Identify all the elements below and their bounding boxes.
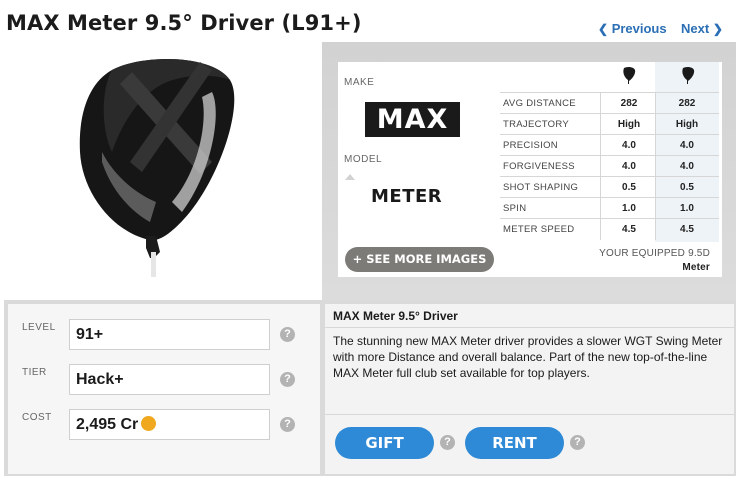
equipped-label: YOUR EQUIPPED 9.5D [599,248,710,259]
actions-divider [325,414,734,415]
spec-value-current: 4.0 [622,161,636,172]
tier-label: TIER [22,367,47,378]
spec-table: AVG DISTANCE 282 282 TRAJECTORY High High PREC… [500,62,722,242]
previous-label: Previous [611,21,667,36]
meter-model-logo: METER [371,186,443,207]
spec-value-equipped: 4.5 [680,224,694,235]
see-more-images-button[interactable]: + SEE MORE IMAGES [345,247,494,272]
spec-value-equipped: High [675,119,699,130]
spec-value-equipped: 4.0 [680,140,694,151]
description-text: The stunning new MAX Meter driver provid… [333,334,723,380]
spec-value-current: 4.5 [622,224,636,235]
next-link[interactable]: Next ❯ [681,21,723,36]
spec-value-current: 4.0 [622,140,636,151]
spec-key: AVG DISTANCE [503,98,576,109]
spec-key: PRECISION [503,140,558,151]
spec-row: SPIN 1.0 1.0 [500,197,719,219]
cost-help-icon[interactable]: ? [280,417,295,432]
cost-field: 2,495 Cr [69,409,270,440]
driver-club-image [79,59,235,277]
spec-card: MAKE MAX MODEL METER AVG DISTANCE 282 282 T… [338,62,722,277]
page-title: MAX Meter 9.5° Driver (L91+) [6,11,362,35]
spec-key: TRAJECTORY [503,119,569,130]
spec-row: TRAJECTORY High High [500,113,719,135]
spec-row: PRECISION 4.0 4.0 [500,134,719,156]
spec-value-equipped: 0.5 [680,182,694,193]
rent-button[interactable]: RENT [465,427,564,459]
level-help-icon[interactable]: ? [280,327,295,342]
driver-head-icon [623,66,636,84]
spec-key: FORGIVENESS [503,161,575,172]
description-title: MAX Meter 9.5° Driver [333,309,458,323]
chevron-left-icon: ❮ [598,22,609,36]
model-label: MODEL [344,154,383,165]
table-notch [345,174,355,180]
previous-link[interactable]: ❮ Previous [598,21,667,36]
header: MAX Meter 9.5° Driver (L91+) ❮ Previous … [0,0,740,42]
gift-help-icon[interactable]: ? [440,435,455,450]
tier-help-icon[interactable]: ? [280,372,295,387]
tier-field: Hack+ [69,364,270,395]
spec-value-current: High [617,119,641,130]
cost-value: 2,495 Cr [76,416,139,433]
equipped-info: YOUR EQUIPPED 9.5D Meter [599,248,710,273]
cost-label: COST [22,412,52,423]
gift-button[interactable]: GIFT [335,427,434,459]
spec-row: FORGIVENESS 4.0 4.0 [500,155,719,177]
credit-coin-icon [141,416,157,431]
spec-row: METER SPEED 4.5 4.5 [500,218,719,240]
spec-value-current: 0.5 [622,182,636,193]
spec-value-equipped: 1.0 [680,203,694,214]
spec-key: METER SPEED [503,224,575,235]
rent-help-icon[interactable]: ? [570,435,585,450]
make-label: MAKE [344,77,375,88]
equipped-model: Meter [682,262,710,273]
chevron-right-icon: ❯ [712,22,723,36]
spec-row: AVG DISTANCE 282 282 [500,92,719,114]
driver-head-icon [682,66,695,84]
spec-row: SHOT SHAPING 0.5 0.5 [500,176,719,198]
spec-table-header [500,62,722,92]
next-label: Next [681,21,710,36]
level-field: 91+ [69,319,270,350]
spec-value-current: 282 [620,98,638,109]
level-label: LEVEL [22,322,56,333]
description-divider [325,327,734,328]
spec-value-equipped: 4.0 [680,161,694,172]
spec-value-current: 1.0 [622,203,636,214]
spec-value-equipped: 282 [678,98,696,109]
max-brand-logo: MAX [365,102,460,137]
spec-key: SHOT SHAPING [503,182,579,193]
spec-key: SPIN [503,203,527,214]
